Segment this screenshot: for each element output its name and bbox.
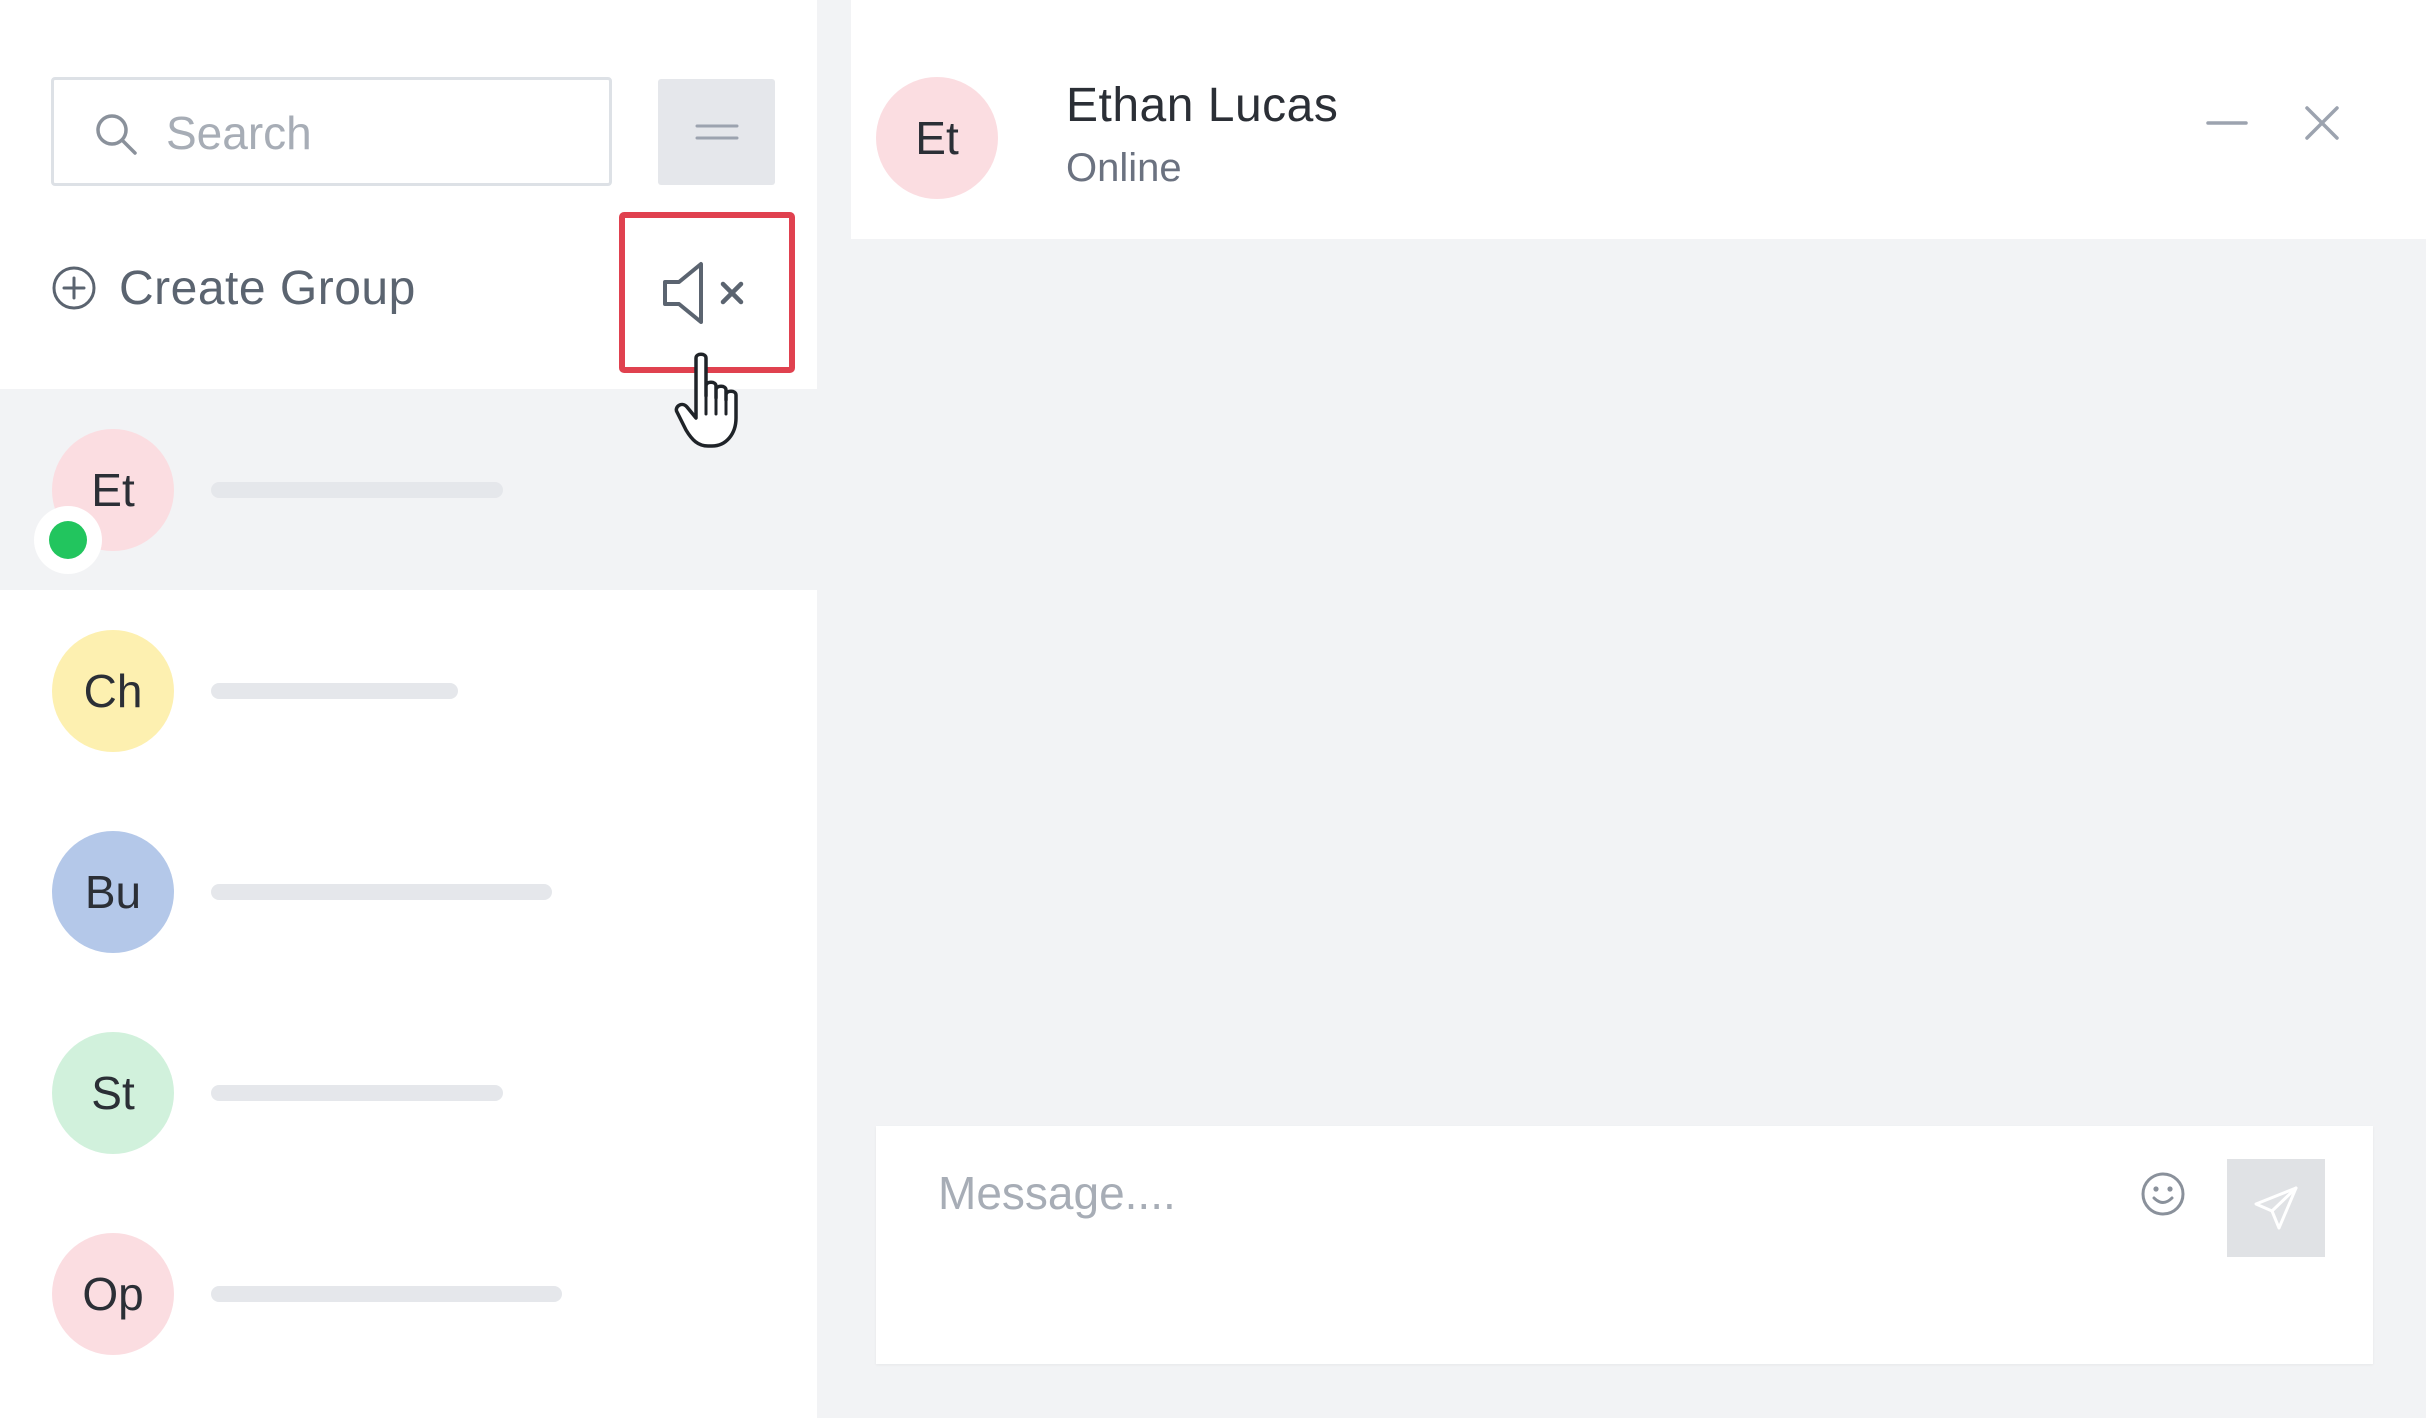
- avatar: St: [52, 1031, 174, 1154]
- contact-item[interactable]: St: [0, 992, 817, 1193]
- message-composer: [876, 1126, 2373, 1364]
- online-indicator: [34, 506, 102, 574]
- smiley-icon[interactable]: [2138, 1169, 2188, 1219]
- chat-panel: Et Ethan Lucas Online: [817, 0, 2426, 1418]
- contact-status: Online: [1066, 146, 1182, 190]
- sidebar: Create Group Et Ch: [0, 0, 817, 1418]
- avatar-initials: Et: [915, 112, 959, 164]
- chat-app: Create Group Et Ch: [0, 0, 2426, 1418]
- speaker-muted-icon: [663, 261, 744, 324]
- minimize-icon[interactable]: [2204, 100, 2250, 146]
- chat-header: Et Ethan Lucas Online: [851, 0, 2426, 239]
- search-icon: [96, 114, 137, 155]
- create-group-label: Create Group: [119, 261, 416, 315]
- mute-button[interactable]: [619, 212, 795, 373]
- contact-item[interactable]: Op: [0, 1193, 817, 1394]
- search-box[interactable]: [51, 77, 612, 186]
- send-button[interactable]: [2227, 1159, 2325, 1257]
- avatar-initials: Et: [91, 463, 135, 516]
- message-preview-placeholder: [211, 883, 552, 900]
- contact-list: Et Ch Bu St Op: [0, 389, 817, 1394]
- contact-item[interactable]: Ch: [0, 590, 817, 791]
- search-input[interactable]: [166, 98, 586, 168]
- send-icon: [2254, 1186, 2298, 1230]
- contact-name: Ethan Lucas: [1066, 79, 1339, 132]
- avatar: Et: [876, 77, 998, 199]
- avatar: Ch: [52, 629, 174, 752]
- avatar-initials: Op: [82, 1267, 144, 1320]
- avatar: Op: [52, 1232, 174, 1355]
- message-preview-placeholder: [211, 1084, 503, 1101]
- message-preview-placeholder: [211, 481, 503, 498]
- avatar-initials: St: [91, 1066, 135, 1119]
- close-icon[interactable]: [2299, 100, 2345, 146]
- message-preview-placeholder: [211, 682, 458, 699]
- avatar: Bu: [52, 830, 174, 953]
- message-preview-placeholder: [211, 1285, 562, 1302]
- message-input[interactable]: [938, 1166, 2098, 1266]
- create-group-button[interactable]: Create Group: [51, 255, 416, 321]
- avatar-initials: Ch: [83, 664, 143, 717]
- plus-circle-icon: [52, 266, 96, 310]
- menu-icon: [695, 124, 738, 140]
- avatar-initials: Bu: [84, 865, 142, 918]
- menu-button[interactable]: [658, 79, 775, 185]
- contact-item[interactable]: Bu: [0, 791, 817, 992]
- pointer-hand-cursor-icon: [674, 352, 738, 448]
